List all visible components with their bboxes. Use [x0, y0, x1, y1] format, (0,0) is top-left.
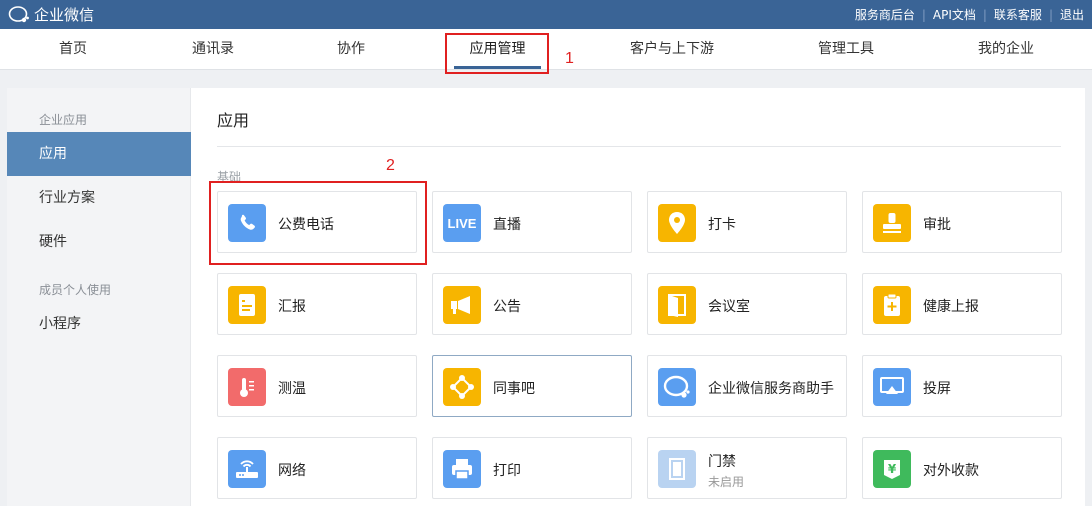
sidebar-item-mini-programs[interactable]: 小程序: [7, 302, 191, 346]
app-tile-checkin[interactable]: 打卡: [647, 191, 847, 253]
app-tile-announcement[interactable]: 公告: [432, 273, 632, 335]
app-name: 汇报: [278, 299, 306, 315]
app-name: 测温: [278, 381, 306, 397]
nav-tab-collaboration[interactable]: 协作: [316, 29, 386, 69]
network-icon: [443, 368, 481, 406]
live-icon: LIVE: [443, 204, 481, 242]
top-links: 服务商后台 | API文档 | 联系客服 | 退出: [854, 6, 1084, 23]
sidebar-item-hardware[interactable]: 硬件: [7, 220, 191, 264]
service-provider-link[interactable]: 服务商后台: [855, 6, 915, 23]
nav-tab-my-enterprise[interactable]: 我的企业: [966, 29, 1046, 69]
app-tile-network[interactable]: 网络: [217, 437, 417, 499]
router-icon: [228, 450, 266, 488]
app-tile-live[interactable]: LIVE 直播: [432, 191, 632, 253]
svg-text:¥: ¥: [888, 462, 897, 476]
annotation-number-2: 2: [386, 157, 395, 174]
svg-text:LIVE: LIVE: [448, 216, 477, 231]
app-status: 未启用: [708, 475, 745, 489]
wecom-logo-icon: [8, 5, 29, 22]
app-name: 直播: [493, 217, 521, 233]
sidebar: 企业应用 应用 行业方案 硬件 成员个人使用 小程序: [7, 88, 191, 506]
sidebar-item-industry-solutions[interactable]: 行业方案: [7, 176, 191, 220]
contact-support-link[interactable]: 联系客服: [994, 6, 1042, 23]
nav-tab-home[interactable]: 首页: [38, 29, 108, 69]
app-name: 网络: [278, 463, 306, 479]
main-panel: 企业应用 应用 行业方案 硬件 成员个人使用 小程序 应用 基础 公费电话 LI…: [7, 88, 1085, 506]
app-name: 门禁: [708, 454, 736, 470]
app-tile-colleagues[interactable]: 同事吧: [432, 355, 632, 417]
stamp-icon: [873, 204, 911, 242]
sidebar-group-enterprise-apps: 企业应用: [39, 113, 88, 127]
app-tile-approval[interactable]: 审批: [862, 191, 1062, 253]
annotation-box-1: [445, 33, 549, 74]
report-icon: [228, 286, 266, 324]
app-tile-screencast[interactable]: 投屏: [862, 355, 1062, 417]
app-name: 投屏: [923, 381, 951, 397]
app-tile-temperature[interactable]: 测温: [217, 355, 417, 417]
annotation-number-1: 1: [565, 50, 574, 67]
yuan-payment-icon: ¥: [873, 450, 911, 488]
page-title: 应用: [217, 111, 250, 130]
app-name: 打印: [493, 463, 521, 479]
app-name: 企业微信服务商助手: [708, 381, 834, 397]
door-icon: [658, 286, 696, 324]
app-tile-report[interactable]: 汇报: [217, 273, 417, 335]
divider: [217, 146, 1061, 147]
top-bar: 企业微信 服务商后台 | API文档 | 联系客服 | 退出: [0, 0, 1092, 29]
app-tile-external-payment[interactable]: ¥ 对外收款: [862, 437, 1062, 499]
nav-tab-customers[interactable]: 客户与上下游: [616, 29, 728, 69]
app-tile-service-assistant[interactable]: 企业微信服务商助手: [647, 355, 847, 417]
app-name: 审批: [923, 217, 951, 233]
app-tile-meeting-room[interactable]: 会议室: [647, 273, 847, 335]
chat-bubble-icon: [658, 368, 696, 406]
sidebar-group-personal-use: 成员个人使用: [39, 283, 112, 297]
app-name: 健康上报: [923, 299, 979, 315]
app-name: 会议室: [708, 299, 750, 315]
logo-text: 企业微信: [34, 6, 95, 24]
sidebar-item-apps[interactable]: 应用: [7, 132, 191, 176]
app-tile-health-report[interactable]: 健康上报: [862, 273, 1062, 335]
app-name: 同事吧: [493, 381, 535, 397]
app-name: 打卡: [708, 217, 736, 233]
screencast-icon: [873, 368, 911, 406]
logout-link[interactable]: 退出: [1060, 6, 1084, 23]
location-pin-icon: [658, 204, 696, 242]
access-door-icon: [658, 450, 696, 488]
thermometer-icon: [228, 368, 266, 406]
app-name: 公告: [493, 299, 521, 315]
app-name: 对外收款: [923, 463, 979, 479]
app-tile-access-control[interactable]: 门禁 未启用: [647, 437, 847, 499]
annotation-box-2: [209, 181, 427, 265]
api-docs-link[interactable]: API文档: [933, 6, 976, 23]
nav-tab-contacts[interactable]: 通讯录: [178, 29, 248, 69]
printer-icon: [443, 450, 481, 488]
nav-tab-management-tools[interactable]: 管理工具: [806, 29, 886, 69]
megaphone-icon: [443, 286, 481, 324]
health-clipboard-icon: [873, 286, 911, 324]
logo[interactable]: 企业微信: [8, 4, 94, 25]
app-tile-print[interactable]: 打印: [432, 437, 632, 499]
